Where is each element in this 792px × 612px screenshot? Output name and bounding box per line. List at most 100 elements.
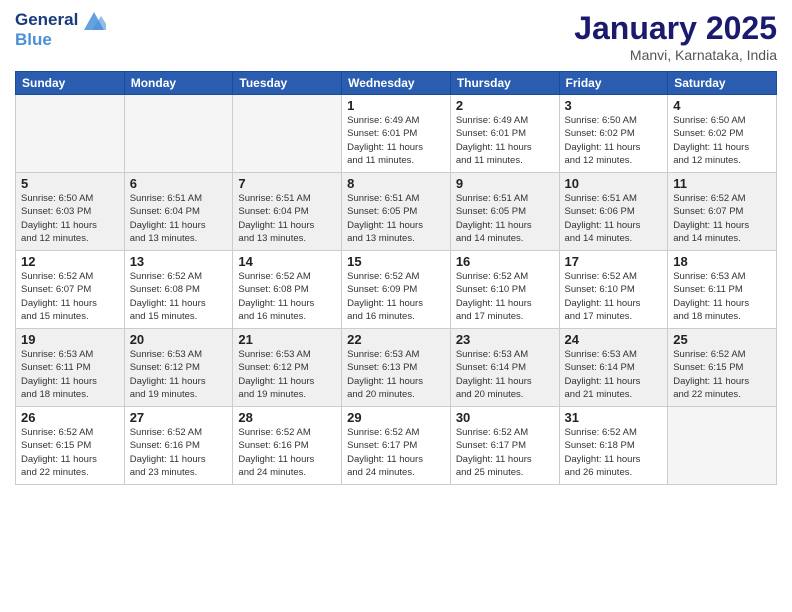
calendar-cell: 27Sunrise: 6:52 AM Sunset: 6:16 PM Dayli… [124, 407, 233, 485]
calendar-week-4: 19Sunrise: 6:53 AM Sunset: 6:11 PM Dayli… [16, 329, 777, 407]
calendar-cell: 20Sunrise: 6:53 AM Sunset: 6:12 PM Dayli… [124, 329, 233, 407]
calendar-cell: 23Sunrise: 6:53 AM Sunset: 6:14 PM Dayli… [450, 329, 559, 407]
day-number: 25 [673, 332, 771, 347]
calendar-cell: 17Sunrise: 6:52 AM Sunset: 6:10 PM Dayli… [559, 251, 668, 329]
day-info: Sunrise: 6:50 AM Sunset: 6:02 PM Dayligh… [673, 114, 771, 167]
calendar-cell: 2Sunrise: 6:49 AM Sunset: 6:01 PM Daylig… [450, 95, 559, 173]
day-info: Sunrise: 6:52 AM Sunset: 6:07 PM Dayligh… [21, 270, 119, 323]
day-number: 20 [130, 332, 228, 347]
day-info: Sunrise: 6:51 AM Sunset: 6:06 PM Dayligh… [565, 192, 663, 245]
calendar-cell: 10Sunrise: 6:51 AM Sunset: 6:06 PM Dayli… [559, 173, 668, 251]
day-info: Sunrise: 6:52 AM Sunset: 6:09 PM Dayligh… [347, 270, 445, 323]
calendar-cell [16, 95, 125, 173]
calendar-cell: 13Sunrise: 6:52 AM Sunset: 6:08 PM Dayli… [124, 251, 233, 329]
calendar-cell: 24Sunrise: 6:53 AM Sunset: 6:14 PM Dayli… [559, 329, 668, 407]
day-number: 1 [347, 98, 445, 113]
day-number: 9 [456, 176, 554, 191]
day-info: Sunrise: 6:52 AM Sunset: 6:15 PM Dayligh… [673, 348, 771, 401]
day-number: 3 [565, 98, 663, 113]
day-info: Sunrise: 6:52 AM Sunset: 6:07 PM Dayligh… [673, 192, 771, 245]
calendar-cell: 7Sunrise: 6:51 AM Sunset: 6:04 PM Daylig… [233, 173, 342, 251]
header-tuesday: Tuesday [233, 72, 342, 95]
day-info: Sunrise: 6:51 AM Sunset: 6:04 PM Dayligh… [238, 192, 336, 245]
day-number: 27 [130, 410, 228, 425]
header-thursday: Thursday [450, 72, 559, 95]
calendar-cell: 29Sunrise: 6:52 AM Sunset: 6:17 PM Dayli… [342, 407, 451, 485]
day-info: Sunrise: 6:52 AM Sunset: 6:16 PM Dayligh… [130, 426, 228, 479]
day-info: Sunrise: 6:52 AM Sunset: 6:18 PM Dayligh… [565, 426, 663, 479]
logo: General Blue [15, 10, 106, 49]
day-number: 22 [347, 332, 445, 347]
day-info: Sunrise: 6:50 AM Sunset: 6:03 PM Dayligh… [21, 192, 119, 245]
day-info: Sunrise: 6:50 AM Sunset: 6:02 PM Dayligh… [565, 114, 663, 167]
calendar-cell: 9Sunrise: 6:51 AM Sunset: 6:05 PM Daylig… [450, 173, 559, 251]
day-info: Sunrise: 6:52 AM Sunset: 6:10 PM Dayligh… [456, 270, 554, 323]
day-info: Sunrise: 6:53 AM Sunset: 6:14 PM Dayligh… [456, 348, 554, 401]
day-number: 23 [456, 332, 554, 347]
day-number: 17 [565, 254, 663, 269]
day-number: 31 [565, 410, 663, 425]
calendar-cell: 1Sunrise: 6:49 AM Sunset: 6:01 PM Daylig… [342, 95, 451, 173]
calendar-cell: 11Sunrise: 6:52 AM Sunset: 6:07 PM Dayli… [668, 173, 777, 251]
day-info: Sunrise: 6:53 AM Sunset: 6:12 PM Dayligh… [130, 348, 228, 401]
calendar-cell: 28Sunrise: 6:52 AM Sunset: 6:16 PM Dayli… [233, 407, 342, 485]
day-info: Sunrise: 6:52 AM Sunset: 6:15 PM Dayligh… [21, 426, 119, 479]
day-info: Sunrise: 6:51 AM Sunset: 6:04 PM Dayligh… [130, 192, 228, 245]
day-number: 11 [673, 176, 771, 191]
day-number: 8 [347, 176, 445, 191]
day-number: 24 [565, 332, 663, 347]
day-info: Sunrise: 6:53 AM Sunset: 6:11 PM Dayligh… [673, 270, 771, 323]
day-number: 13 [130, 254, 228, 269]
calendar-cell: 16Sunrise: 6:52 AM Sunset: 6:10 PM Dayli… [450, 251, 559, 329]
calendar-cell: 18Sunrise: 6:53 AM Sunset: 6:11 PM Dayli… [668, 251, 777, 329]
header-friday: Friday [559, 72, 668, 95]
day-number: 4 [673, 98, 771, 113]
day-number: 6 [130, 176, 228, 191]
calendar-cell: 26Sunrise: 6:52 AM Sunset: 6:15 PM Dayli… [16, 407, 125, 485]
logo-blue: Blue [15, 30, 106, 50]
day-number: 2 [456, 98, 554, 113]
calendar-cell: 12Sunrise: 6:52 AM Sunset: 6:07 PM Dayli… [16, 251, 125, 329]
calendar-cell: 15Sunrise: 6:52 AM Sunset: 6:09 PM Dayli… [342, 251, 451, 329]
title-block: January 2025 Manvi, Karnataka, India [574, 10, 777, 63]
calendar-cell: 30Sunrise: 6:52 AM Sunset: 6:17 PM Dayli… [450, 407, 559, 485]
calendar-week-5: 26Sunrise: 6:52 AM Sunset: 6:15 PM Dayli… [16, 407, 777, 485]
day-info: Sunrise: 6:51 AM Sunset: 6:05 PM Dayligh… [347, 192, 445, 245]
calendar-cell: 14Sunrise: 6:52 AM Sunset: 6:08 PM Dayli… [233, 251, 342, 329]
day-number: 5 [21, 176, 119, 191]
day-info: Sunrise: 6:52 AM Sunset: 6:17 PM Dayligh… [456, 426, 554, 479]
calendar-cell: 6Sunrise: 6:51 AM Sunset: 6:04 PM Daylig… [124, 173, 233, 251]
weekday-header-row: Sunday Monday Tuesday Wednesday Thursday… [16, 72, 777, 95]
day-info: Sunrise: 6:52 AM Sunset: 6:08 PM Dayligh… [130, 270, 228, 323]
day-number: 30 [456, 410, 554, 425]
calendar-cell: 3Sunrise: 6:50 AM Sunset: 6:02 PM Daylig… [559, 95, 668, 173]
calendar-week-2: 5Sunrise: 6:50 AM Sunset: 6:03 PM Daylig… [16, 173, 777, 251]
day-info: Sunrise: 6:51 AM Sunset: 6:05 PM Dayligh… [456, 192, 554, 245]
day-number: 19 [21, 332, 119, 347]
calendar-cell [124, 95, 233, 173]
day-number: 7 [238, 176, 336, 191]
header: General Blue January 2025 Manvi, Karnata… [15, 10, 777, 63]
day-info: Sunrise: 6:52 AM Sunset: 6:16 PM Dayligh… [238, 426, 336, 479]
logo-general: General [15, 10, 106, 30]
calendar-cell: 25Sunrise: 6:52 AM Sunset: 6:15 PM Dayli… [668, 329, 777, 407]
calendar-cell: 22Sunrise: 6:53 AM Sunset: 6:13 PM Dayli… [342, 329, 451, 407]
calendar-week-1: 1 Sunrise: 6:49 AM Sunset: 6:01 PM Daylig… [16, 95, 777, 173]
day-info: Sunrise: 6:53 AM Sunset: 6:13 PM Dayligh… [347, 348, 445, 401]
day-number: 12 [21, 254, 119, 269]
header-wednesday: Wednesday [342, 72, 451, 95]
calendar-cell [233, 95, 342, 173]
day-number: 14 [238, 254, 336, 269]
calendar-table: Sunday Monday Tuesday Wednesday Thursday… [15, 71, 777, 485]
day-info: Sunrise: 6:49 AM Sunset: 6:01 PM Dayligh… [456, 114, 554, 167]
calendar-week-3: 12Sunrise: 6:52 AM Sunset: 6:07 PM Dayli… [16, 251, 777, 329]
day-info: Sunrise: 6:52 AM Sunset: 6:10 PM Dayligh… [565, 270, 663, 323]
day-number: 28 [238, 410, 336, 425]
day-number: 16 [456, 254, 554, 269]
day-number: 29 [347, 410, 445, 425]
day-number: 18 [673, 254, 771, 269]
calendar-cell: 19Sunrise: 6:53 AM Sunset: 6:11 PM Dayli… [16, 329, 125, 407]
calendar-subtitle: Manvi, Karnataka, India [574, 47, 777, 63]
calendar-cell: 31Sunrise: 6:52 AM Sunset: 6:18 PM Dayli… [559, 407, 668, 485]
day-info: Sunrise: 6:52 AM Sunset: 6:08 PM Dayligh… [238, 270, 336, 323]
